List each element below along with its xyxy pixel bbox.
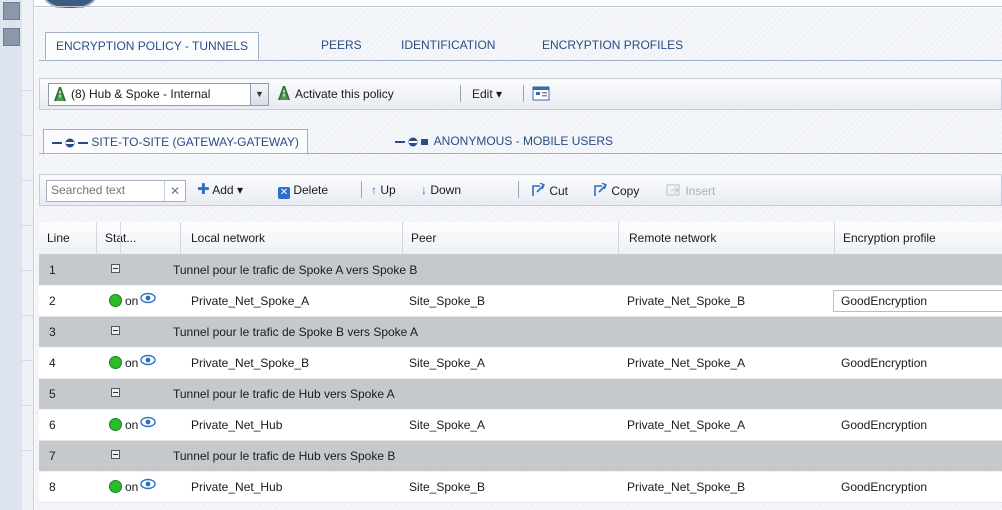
line-number: 5 bbox=[49, 387, 56, 401]
edit-menu-button[interactable]: Edit ▾ bbox=[472, 87, 502, 101]
local-network-cell: Private_Net_Spoke_A bbox=[191, 294, 310, 308]
column-header-peer[interactable]: Peer bbox=[403, 222, 619, 254]
column-header-encryption-profile[interactable]: Encryption profile bbox=[835, 222, 1002, 254]
list-toolbar: ✕ ✚ Add ▾ ✕ Delete ↑ Up ↓ Down Cut bbox=[39, 174, 1002, 206]
left-strip bbox=[22, 0, 34, 510]
table-row[interactable]: 6 on Private_Net_Hub Site_Spoke_A Private_Ne… bbox=[39, 410, 1002, 441]
table-row[interactable]: 8 on Private_Net_Hub Site_Spoke_B Private_Ne… bbox=[39, 472, 1002, 503]
tab-identification[interactable]: IDENTIFICATION bbox=[401, 32, 495, 58]
encryption-profile-editor[interactable]: GoodEncryption bbox=[833, 290, 1002, 312]
local-network-cell: Private_Net_Hub bbox=[191, 418, 283, 432]
encryption-profile-cell: GoodEncryption bbox=[841, 418, 928, 432]
add-button[interactable]: ✚ Add ▾ bbox=[197, 181, 243, 198]
table-row[interactable]: 2 on Private_Net_Spoke_A Site_Spoke_B Privat… bbox=[39, 286, 1002, 317]
cut-icon bbox=[532, 182, 545, 196]
main-panel: ENCRYPTION POLICY - TUNNELS PEERS IDENTI… bbox=[35, 8, 1002, 510]
separator-title: Tunnel pour le trafic de Spoke B vers Sp… bbox=[173, 325, 419, 339]
status-on-icon[interactable] bbox=[109, 418, 122, 431]
tab-anonymous-mobile-users[interactable]: ANONYMOUS - MOBILE USERS bbox=[395, 129, 613, 153]
arrow-up-icon: ↑ bbox=[371, 183, 377, 197]
remote-network-cell: Private_Net_Spoke_A bbox=[627, 356, 746, 370]
arrow-down-icon: ↓ bbox=[421, 183, 427, 197]
left-gutter bbox=[0, 0, 23, 510]
collapse-toggle-icon[interactable] bbox=[111, 388, 120, 397]
eye-icon[interactable] bbox=[140, 478, 156, 490]
status-on-icon[interactable] bbox=[109, 294, 122, 307]
collapse-toggle-icon[interactable] bbox=[111, 326, 120, 335]
move-down-button[interactable]: ↓ Down bbox=[421, 183, 461, 197]
status-on-icon[interactable] bbox=[109, 480, 122, 493]
peer-cell: Site_Spoke_A bbox=[409, 418, 486, 432]
eye-icon[interactable] bbox=[140, 354, 156, 366]
gutter-handle-icon[interactable] bbox=[3, 28, 20, 46]
line-number: 1 bbox=[49, 263, 56, 277]
separator-title: Tunnel pour le trafic de Spoke A vers Sp… bbox=[173, 263, 418, 277]
policy-select[interactable]: (8) Hub & Spoke - Internal ▼ bbox=[48, 83, 269, 106]
policy-icon bbox=[54, 87, 66, 101]
separator-row[interactable]: 1 Tunnel pour le trafic de Spoke A vers S… bbox=[39, 255, 1002, 285]
remote-network-cell: Private_Net_Spoke_B bbox=[627, 480, 746, 494]
plus-icon: ✚ bbox=[197, 181, 210, 198]
encryption-profile-cell: GoodEncryption bbox=[841, 356, 928, 370]
tunnel-icon bbox=[52, 138, 88, 148]
clear-search-icon[interactable]: ✕ bbox=[164, 181, 185, 201]
export-icon[interactable] bbox=[532, 86, 550, 102]
chevron-down-icon[interactable]: ▼ bbox=[250, 84, 268, 105]
column-header-local-network[interactable]: Local network bbox=[181, 222, 403, 254]
move-up-button[interactable]: ↑ Up bbox=[371, 183, 396, 197]
eye-icon[interactable] bbox=[140, 292, 156, 304]
line-number: 4 bbox=[49, 356, 56, 370]
separator-row[interactable]: 7 Tunnel pour le trafic de Hub vers Spoke… bbox=[39, 441, 1002, 471]
separator-row[interactable]: 3 Tunnel pour le trafic de Spoke B vers S… bbox=[39, 317, 1002, 347]
peer-cell: Site_Spoke_A bbox=[409, 356, 486, 370]
policy-toolbar: (8) Hub & Spoke - Internal ▼ Activate th… bbox=[39, 78, 1002, 110]
line-number: 8 bbox=[49, 480, 56, 494]
mobile-tunnel-icon bbox=[395, 137, 428, 147]
activate-policy-button[interactable]: Activate this policy bbox=[295, 87, 394, 101]
eye-icon[interactable] bbox=[140, 416, 156, 428]
line-number: 6 bbox=[49, 418, 56, 432]
delete-button[interactable]: ✕ Delete bbox=[278, 183, 328, 199]
policy-select-value: (8) Hub & Spoke - Internal bbox=[71, 87, 211, 101]
status-on-icon[interactable] bbox=[109, 356, 122, 369]
peer-cell: Site_Spoke_B bbox=[409, 480, 486, 494]
peer-cell: Site_Spoke_B bbox=[409, 294, 486, 308]
copy-icon bbox=[594, 182, 607, 196]
line-number: 7 bbox=[49, 449, 56, 463]
remote-network-cell: Private_Net_Spoke_B bbox=[627, 294, 746, 308]
search-input[interactable] bbox=[47, 181, 161, 199]
tab-peers[interactable]: PEERS bbox=[321, 32, 362, 58]
cut-button[interactable]: Cut bbox=[530, 182, 568, 198]
tab-encryption-policy-tunnels[interactable]: ENCRYPTION POLICY - TUNNELS bbox=[45, 32, 260, 60]
separator-row[interactable]: 5 Tunnel pour le trafic de Hub vers Spoke… bbox=[39, 379, 1002, 409]
column-header-line[interactable]: Line bbox=[39, 222, 97, 254]
search-box: ✕ bbox=[46, 180, 186, 202]
tab-anonymous-label: ANONYMOUS - MOBILE USERS bbox=[433, 134, 614, 148]
insert-icon bbox=[666, 184, 680, 196]
column-header-remote-network[interactable]: Remote network bbox=[619, 222, 835, 254]
table-row[interactable]: 4 on Private_Net_Spoke_B Site_Spoke_A Privat… bbox=[39, 348, 1002, 379]
collapse-toggle-icon[interactable] bbox=[111, 450, 120, 459]
sub-tabs: SITE-TO-SITE (GATEWAY-GATEWAY) ANONYMOUS… bbox=[39, 121, 1002, 155]
tab-encryption-profiles[interactable]: ENCRYPTION PROFILES bbox=[542, 32, 683, 58]
line-number: 3 bbox=[49, 325, 56, 339]
insert-button[interactable]: Insert bbox=[666, 183, 715, 198]
activate-policy-icon bbox=[278, 86, 290, 100]
tab-site-to-site[interactable]: SITE-TO-SITE (GATEWAY-GATEWAY) bbox=[43, 129, 308, 155]
separator-title: Tunnel pour le trafic de Hub vers Spoke … bbox=[173, 449, 396, 463]
table-header: Line Stat... Local network Peer Remote n… bbox=[39, 222, 1002, 255]
tab-site-to-site-label: SITE-TO-SITE (GATEWAY-GATEWAY) bbox=[91, 135, 299, 149]
separator-title: Tunnel pour le trafic de Hub vers Spoke … bbox=[173, 387, 395, 401]
gutter-handle-icon[interactable] bbox=[3, 2, 20, 20]
local-network-cell: Private_Net_Hub bbox=[191, 480, 283, 494]
delete-icon: ✕ bbox=[278, 187, 290, 199]
encryption-profile-cell: GoodEncryption bbox=[841, 480, 928, 494]
collapse-toggle-icon[interactable] bbox=[111, 264, 120, 273]
local-network-cell: Private_Net_Spoke_B bbox=[191, 356, 310, 370]
copy-button[interactable]: Copy bbox=[592, 182, 639, 198]
remote-network-cell: Private_Net_Spoke_A bbox=[627, 418, 746, 432]
line-number: 2 bbox=[49, 294, 56, 308]
